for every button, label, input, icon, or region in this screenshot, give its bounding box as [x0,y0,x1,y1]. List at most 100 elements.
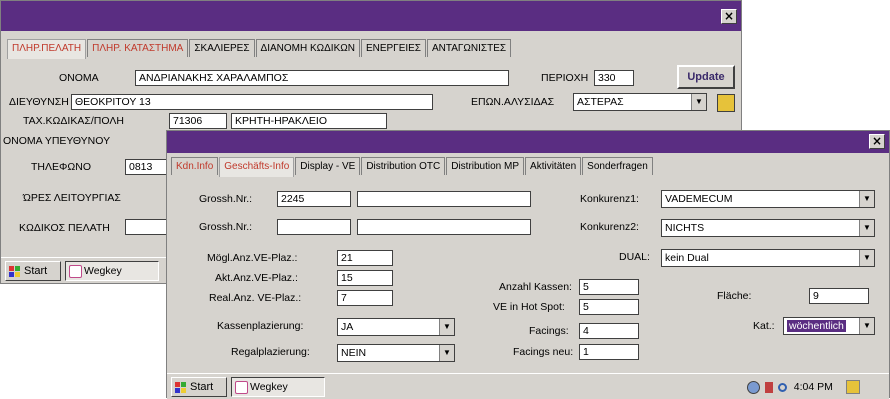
real-label: Real.Anz. VE-Plaz.: [209,292,302,304]
windows-flag-icon [9,266,20,277]
back-tab-customer[interactable]: ΠΛΗΡ.ΠΕΛΑΤΗ [7,39,87,59]
chevron-down-icon[interactable]: ▼ [859,191,874,207]
app-icon [235,381,248,394]
poli-field[interactable]: ΚΡΗΤΗ-ΗΡΑΚΛΕΙΟ [231,113,387,129]
onoma-label: ΟΝΟΜΑ [59,72,99,84]
front-taskbar: Start Wegkey 4:04 PM [167,373,889,399]
kassen-label: Kassenplazierung: [217,320,304,332]
front-tab-distribution-mp[interactable]: Distribution MP [446,157,525,175]
clock[interactable]: 4:04 PM [794,381,833,393]
dieythinsi-label: ΔΙΕΥΘΥΝΣΗ [9,96,69,108]
akt-label: Akt.Anz.VE-Plaz.: [215,272,298,284]
front-tab-strip: Kdn.Info Geschäfts-Info Display - VE Dis… [171,157,654,177]
back-tab-store[interactable]: ΠΛΗΡ. ΚΑΤΑΣΤΗΜΑ [87,39,189,57]
network-icon[interactable] [747,380,760,394]
speaker-icon[interactable] [764,381,773,393]
hotspot-label: VE in Hot Spot: [493,301,565,313]
front-window: × Kdn.Info Geschäfts-Info Display - VE D… [166,130,890,399]
real-field[interactable]: 7 [337,290,393,306]
konkurenz1-value: VADEMECUM [665,193,733,205]
front-titlebar [167,131,889,153]
back-start-button[interactable]: Start [5,261,61,281]
front-tab-distribution-otc[interactable]: Distribution OTC [361,157,446,175]
dieythinsi-field[interactable]: ΘΕΟΚΡΙΤΟΥ 13 [71,94,433,110]
app-icon [69,265,82,278]
chevron-down-icon[interactable]: ▼ [859,250,874,266]
regal-value: NEIN [341,347,367,359]
akt-field[interactable]: 15 [337,270,393,286]
grossh2-name-field[interactable] [357,219,531,235]
grossh1-field[interactable]: 2245 [277,191,351,207]
back-taskbar-app-label: Wegkey [84,265,122,277]
back-close-button[interactable]: × [721,9,737,24]
front-tab-sonderfragen[interactable]: Sonderfragen [582,157,653,175]
epon-label: ΕΠΩΝ.ΑΛΥΣΙΔΑΣ [471,96,555,108]
back-tab-actions[interactable]: ΕΝΕΡΓΕΙΕΣ [360,39,426,57]
front-start-label: Start [190,381,214,393]
update-button[interactable]: Update [677,65,735,89]
grossh2-field[interactable] [277,219,351,235]
konkurenz1-combo[interactable]: VADEMECUM ▼ [661,190,875,208]
front-tab-geschaefts-info[interactable]: Geschäfts-Info [219,157,295,177]
grossh2-label: Grossh.Nr.: [199,221,253,233]
facingsneu-label: Facings neu: [513,346,574,358]
flache-label: Fläche: [717,290,752,302]
chevron-down-icon[interactable]: ▼ [859,220,874,236]
chevron-down-icon[interactable]: ▼ [439,319,454,335]
chevron-down-icon[interactable]: ▼ [859,318,874,334]
back-titlebar [1,1,741,31]
back-start-label: Start [24,265,48,277]
regal-label: Regalplazierung: [231,346,310,358]
chevron-down-icon[interactable]: ▼ [439,345,454,361]
front-taskbar-app-label: Wegkey [250,381,288,393]
anzahl-field[interactable]: 5 [579,279,639,295]
chevron-down-icon[interactable]: ▼ [691,94,706,110]
front-tab-aktivitaeten[interactable]: Aktivitäten [525,157,582,175]
periochi-field[interactable]: 330 [594,70,634,86]
mogl-label: Mögl.Anz.VE-Plaz.: [207,252,298,264]
epon-value: ΑΣΤΕΡΑΣ [577,96,624,108]
facings-label: Facings: [529,325,569,337]
onoma-field[interactable]: ΑΝΔΡΙΑΝΑΚΗΣ ΧΑΡΑΛΑΜΠΟΣ [135,70,509,86]
front-start-button[interactable]: Start [171,377,227,397]
kodikos-label: ΚΩΔΙΚΟΣ ΠΕΛΑΤΗ [19,222,110,234]
back-tab-strip: ΠΛΗΡ.ΠΕΛΑΤΗ ΠΛΗΡ. ΚΑΤΑΣΤΗΜΑ ΣΚΑΛΙΕΡΕΣ ΔΙ… [7,39,512,59]
grid-icon[interactable] [717,94,735,112]
front-tab-display-ve[interactable]: Display - VE [295,157,361,175]
tk-field[interactable]: 71306 [169,113,227,129]
konkurenz2-combo[interactable]: NICHTS ▼ [661,219,875,237]
dual-combo[interactable]: kein Dual ▼ [661,249,875,267]
facingsneu-field[interactable]: 1 [579,344,639,360]
konkurenz2-label: Konkurenz2: [580,221,639,233]
grossh1-name-field[interactable] [357,191,531,207]
kat-label: Kat.: [753,320,775,332]
back-tab-distribution[interactable]: ΔΙΑΝΟΜΗ ΚΩΔΙΚΩΝ [255,39,360,57]
dual-value: kein Dual [665,252,709,264]
front-taskbar-app[interactable]: Wegkey [231,377,325,397]
front-close-button[interactable]: × [869,134,885,149]
flache-field[interactable]: 9 [809,288,869,304]
konkurenz1-label: Konkurenz1: [580,193,639,205]
kassen-combo[interactable]: JA ▼ [337,318,455,336]
kat-combo[interactable]: wöchentlich ▼ [783,317,875,335]
hotspot-field[interactable]: 5 [579,299,639,315]
back-tab-shelves[interactable]: ΣΚΑΛΙΕΡΕΣ [189,39,255,57]
epon-combo[interactable]: ΑΣΤΕΡΑΣ ▼ [573,93,707,111]
periochi-label: ΠΕΡΙΟΧΗ [541,72,589,84]
kassen-value: JA [341,321,354,333]
back-tab-competitors[interactable]: ΑΝΤΑΓΩΝΙΣΤΕΣ [427,39,512,57]
tilefono-label: ΤΗΛΕΦΩΝΟ [31,161,91,173]
tk-label: ΤΑΧ.ΚΩΔΙΚΑΣ/ΠΟΛΗ [23,115,124,127]
windows-flag-icon [175,382,186,393]
regal-combo[interactable]: NEIN ▼ [337,344,455,362]
mogl-field[interactable]: 21 [337,250,393,266]
magnifier-icon[interactable] [777,382,787,392]
grossh1-label: Grossh.Nr.: [199,193,253,205]
anzahl-label: Anzahl Kassen: [499,281,572,293]
edit-icon[interactable] [845,380,860,395]
front-tab-kdn-info[interactable]: Kdn.Info [171,157,219,175]
ores-label: ΏΡΕΣ ΛΕΙΤΟΥΡΓΙΑΣ [23,192,121,204]
facings-field[interactable]: 4 [579,323,639,339]
kat-value: wöchentlich [787,320,846,332]
back-taskbar-app[interactable]: Wegkey [65,261,159,281]
